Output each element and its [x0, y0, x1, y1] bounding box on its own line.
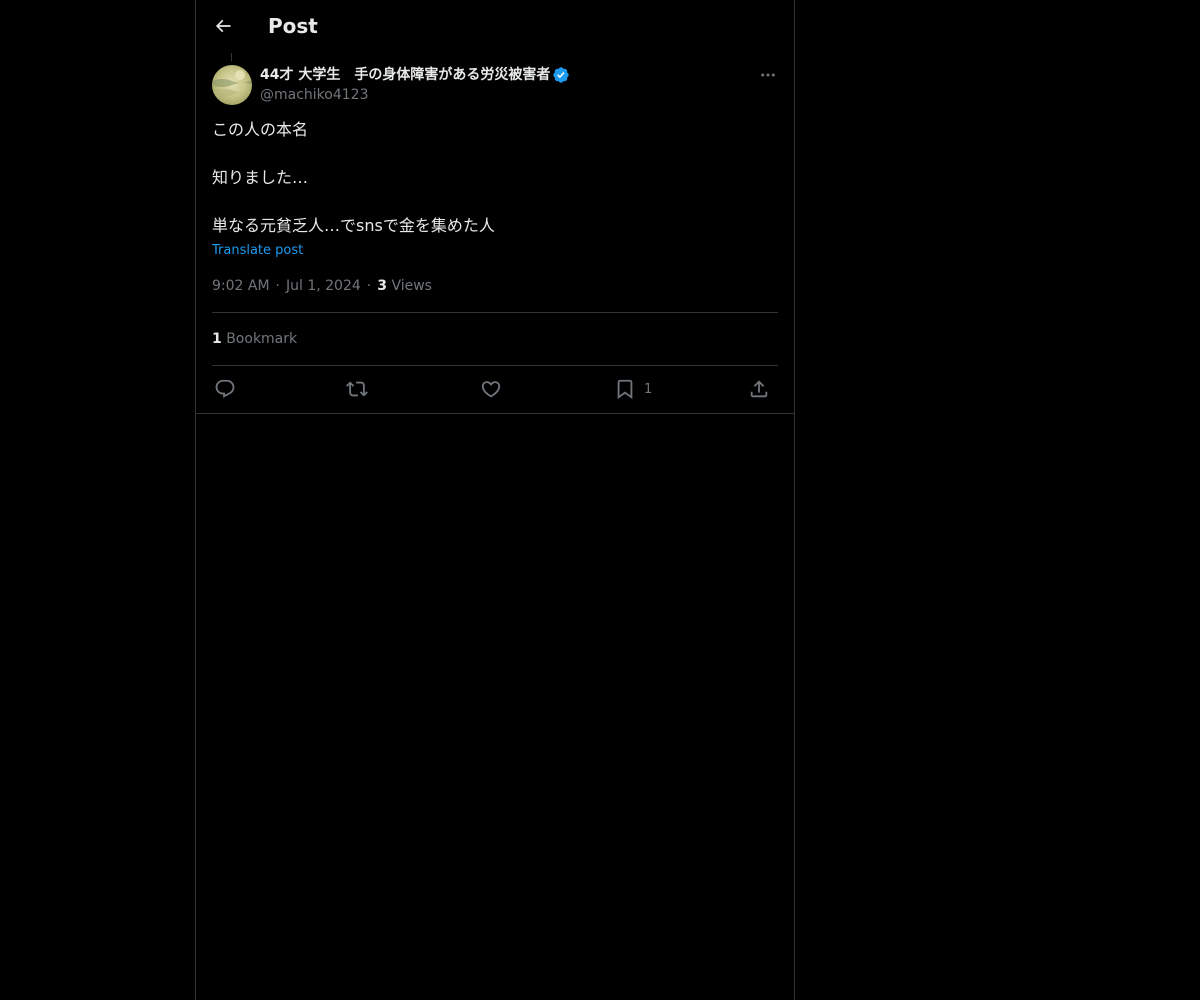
more-options-button[interactable] — [756, 64, 780, 86]
thread-connector — [231, 53, 232, 61]
share-button[interactable] — [748, 376, 770, 402]
author-handle[interactable]: @machiko4123 — [260, 86, 730, 104]
translate-post-link[interactable]: Translate post — [212, 242, 303, 260]
like-button[interactable] — [480, 376, 502, 402]
avatar[interactable] — [212, 65, 252, 105]
post-date[interactable]: Jul 1, 2024 — [286, 278, 361, 294]
arrow-left-icon — [215, 19, 231, 33]
bookmarks-stat[interactable]: 1 Bookmark — [212, 330, 297, 348]
post-bottom-border — [196, 413, 794, 414]
post-line — [212, 190, 778, 214]
reply-icon — [215, 379, 235, 398]
repost-button[interactable] — [346, 376, 368, 402]
bookmark-icon — [617, 379, 633, 400]
bookmark-button[interactable]: 1 — [614, 376, 652, 402]
action-bar: 1 — [212, 376, 778, 402]
author-display-name[interactable]: 44才 大学生 手の身体障害がある労災被害者 — [260, 64, 550, 86]
divider — [212, 365, 778, 366]
primary-column: Post 44才 大学生 手の身体障害がある労災被害者 @machiko4123 — [195, 0, 795, 1000]
post-line: この人の本名 — [212, 120, 309, 139]
post-text: この人の本名 知りました… 単なる元貧乏人…でsnsで金を集めた人 — [212, 118, 778, 238]
post-meta: 9:02 AM · Jul 1, 2024 · 3 Views — [212, 277, 432, 295]
views-label[interactable]: Views — [391, 278, 432, 294]
bookmark-stat-label: Bookmark — [226, 331, 298, 347]
post-line: 単なる元貧乏人…でsnsで金を集めた人 — [212, 216, 495, 235]
header: Post — [196, 0, 794, 53]
meta-separator: · — [366, 278, 372, 294]
repost-icon — [346, 381, 368, 397]
avatar-image — [212, 65, 252, 105]
bookmark-count: 1 — [644, 382, 653, 397]
more-horizontal-icon — [761, 73, 775, 77]
verified-badge-icon[interactable] — [552, 66, 570, 84]
author-info: 44才 大学生 手の身体障害がある労災被害者 @machiko4123 — [260, 64, 730, 104]
post-line: 知りました… — [212, 168, 309, 187]
share-icon — [750, 380, 768, 398]
post-time[interactable]: 9:02 AM — [212, 278, 270, 294]
like-icon — [481, 381, 501, 398]
post-line — [212, 142, 778, 166]
page-title: Post — [268, 14, 318, 38]
divider — [212, 312, 778, 313]
bookmark-stat-count: 1 — [212, 331, 222, 347]
reply-button[interactable] — [214, 376, 236, 402]
views-count: 3 — [377, 278, 387, 294]
back-button[interactable] — [208, 11, 238, 41]
meta-separator: · — [275, 278, 280, 294]
